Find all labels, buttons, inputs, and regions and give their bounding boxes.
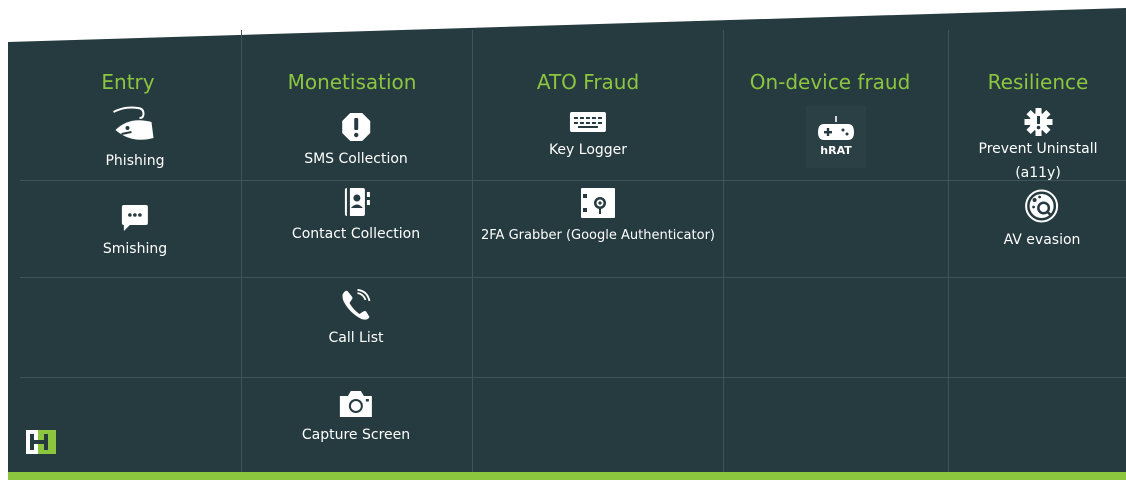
prevent-uninstall-label: Prevent Uninstall	[978, 141, 1098, 157]
heading-monetisation: Monetisation	[287, 70, 417, 94]
2fa-grabber-label: 2FA Grabber (Google Authenticator)	[481, 228, 715, 243]
item-smishing: Smishing	[103, 204, 167, 260]
call-list-label: Call List	[328, 330, 384, 346]
virus-search-icon	[1025, 189, 1059, 223]
key-logger-label: Key Logger	[548, 142, 628, 158]
heading-ato-fraud: ATO Fraud	[536, 70, 640, 94]
smishing-label: Smishing	[102, 241, 168, 257]
item-call-list: Call List	[328, 289, 384, 349]
item-2fa-grabber: 2FA Grabber (Google Authenticator)	[481, 187, 715, 247]
keyboard-icon	[569, 111, 607, 133]
camera-icon	[338, 390, 374, 418]
hrat-label: hRAT	[820, 144, 852, 157]
item-phishing: Phishing	[105, 104, 165, 172]
item-sms-collection: SMS Collection	[304, 112, 408, 170]
row-divider	[20, 180, 1126, 181]
capture-screen-label: Capture Screen	[301, 427, 411, 443]
contact-collection-label: Contact Collection	[291, 226, 421, 242]
heading-resilience: Resilience	[987, 70, 1089, 94]
column-divider	[472, 30, 473, 472]
sms-collection-label: SMS Collection	[304, 151, 408, 167]
hrat-tile: hRAT	[806, 106, 866, 168]
gamepad-icon	[816, 116, 856, 142]
alert-shield-icon	[341, 112, 371, 142]
column-divider	[948, 30, 949, 472]
column-divider	[723, 30, 724, 472]
heading-entry: Entry	[101, 70, 155, 94]
chat-bubble-icon	[120, 204, 150, 232]
item-capture-screen: Capture Screen	[302, 390, 410, 446]
fish-hook-icon	[107, 104, 163, 144]
row-divider	[20, 277, 1126, 278]
gear-icon	[1024, 108, 1052, 136]
safe-icon	[580, 187, 616, 219]
column-divider	[241, 30, 242, 472]
item-contact-collection: Contact Collection	[292, 187, 420, 245]
item-key-logger: Key Logger	[549, 111, 627, 161]
row-divider	[20, 377, 1126, 378]
brand-logo-icon	[26, 430, 56, 458]
contact-book-icon	[339, 187, 373, 217]
item-av-evasion: AV evasion	[1003, 189, 1081, 251]
accent-bar	[8, 472, 1126, 480]
item-hrat: hRAT	[806, 106, 866, 168]
prevent-uninstall-sublabel: (a11y)	[1015, 165, 1061, 181]
phone-icon	[339, 289, 373, 321]
av-evasion-label: AV evasion	[1003, 232, 1081, 248]
phishing-label: Phishing	[105, 153, 165, 169]
item-prevent-uninstall: Prevent Uninstall (a11y)	[979, 108, 1098, 184]
heading-on-device-fraud: On-device fraud	[749, 70, 911, 94]
